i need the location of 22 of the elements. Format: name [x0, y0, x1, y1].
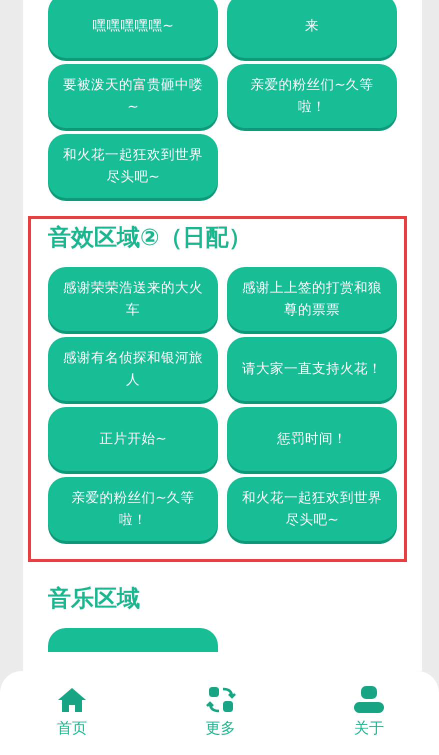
sound-button[interactable]: 感谢有名侦探和银河旅人 — [48, 337, 218, 401]
sound-button[interactable]: 嘿嘿嘿嘿嘿~ — [48, 0, 218, 58]
user-icon — [353, 685, 385, 715]
nav-tab[interactable]: 关于 — [337, 671, 401, 755]
nav-tab[interactable]: 更多 — [188, 671, 252, 755]
sound-button[interactable]: 感谢荣荣浩送来的大火车 — [48, 267, 218, 331]
sound-button[interactable]: 请大家一直支持火花！ — [227, 337, 397, 401]
sound-button[interactable]: 和火花一起狂欢到世界尽头吧~ — [227, 477, 397, 541]
home-icon — [56, 685, 88, 715]
section-title: 音效区域②（日配） — [47, 224, 252, 253]
sound-button[interactable]: 要被泼天的富贵砸中喽~ — [48, 64, 218, 128]
swap-icon — [204, 685, 236, 715]
sound-button[interactable]: 正片开始~ — [48, 407, 218, 471]
sound-button[interactable]: 亲爱的粉丝们~久等啦！ — [227, 64, 397, 128]
sound-button[interactable]: 感谢上上签的打赏和狼尊的票票 — [227, 267, 397, 331]
sound-button[interactable]: 亲爱的粉丝们~久等啦！ — [48, 477, 218, 541]
section-title: 音乐区域 — [47, 585, 141, 614]
nav-tab[interactable]: 首页 — [40, 671, 104, 755]
sound-button[interactable]: 惩罚时间！ — [227, 407, 397, 471]
sound-button[interactable] — [48, 628, 218, 652]
sound-button[interactable]: 来 — [227, 0, 397, 58]
sound-button[interactable]: 和火花一起狂欢到世界尽头吧~ — [48, 134, 218, 198]
